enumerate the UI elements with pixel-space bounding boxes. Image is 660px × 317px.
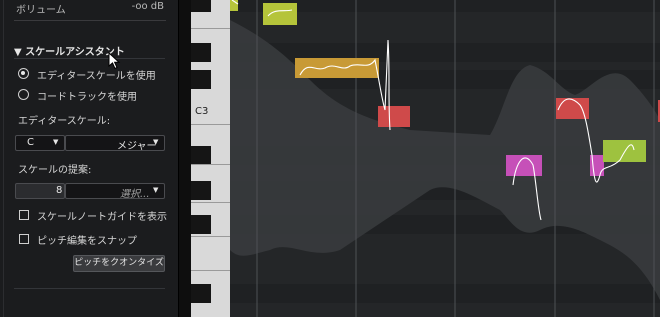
white-key-border bbox=[191, 124, 230, 125]
snap-pitch-checkbox[interactable] bbox=[19, 234, 29, 244]
show-scale-guide-label[interactable]: スケールノートガイドを表示 bbox=[37, 208, 167, 223]
key-label-c3: C3 bbox=[195, 106, 209, 117]
panel-edge bbox=[3, 0, 4, 317]
scale-root-value: C bbox=[27, 137, 34, 148]
mouse-cursor-icon bbox=[108, 52, 121, 70]
quantize-pitch-button[interactable]: ピッチをクオンタイズ bbox=[73, 255, 165, 272]
editor-scale-label: エディタースケール: bbox=[18, 116, 111, 127]
black-key[interactable] bbox=[191, 0, 211, 12]
white-key-border bbox=[191, 202, 230, 203]
radio-editor-scale[interactable] bbox=[18, 68, 29, 79]
chevron-down-icon: ▼ bbox=[153, 186, 159, 194]
black-key[interactable] bbox=[191, 146, 211, 165]
scale-assistant-panel: ボリューム -oo dB ▼ スケールアシスタント エディタースケールを使用 コ… bbox=[0, 0, 179, 317]
panel-splitter[interactable] bbox=[179, 0, 191, 317]
suggest-count-field[interactable]: 8 bbox=[15, 183, 65, 199]
radio-editor-scale-label[interactable]: エディタースケールを使用 bbox=[37, 67, 156, 82]
section-divider bbox=[14, 58, 165, 59]
note-block[interactable] bbox=[263, 3, 297, 25]
scale-suggest-label: スケールの提案: bbox=[18, 165, 92, 176]
black-key[interactable] bbox=[191, 70, 211, 89]
volume-row[interactable]: ボリューム -oo dB bbox=[14, 0, 166, 21]
note-block[interactable] bbox=[378, 106, 410, 127]
suggest-select-value: 選択... bbox=[120, 189, 150, 200]
scale-type-value: メジャー bbox=[117, 141, 157, 152]
black-key[interactable] bbox=[191, 181, 211, 200]
black-key[interactable] bbox=[191, 284, 211, 303]
white-key-border bbox=[191, 236, 230, 237]
radio-chord-track-label[interactable]: コードトラックを使用 bbox=[37, 88, 137, 103]
pitch-editor-svg bbox=[230, 0, 660, 317]
black-key[interactable] bbox=[191, 43, 211, 62]
show-scale-guide-checkbox[interactable] bbox=[19, 210, 29, 220]
section-divider-bottom bbox=[14, 288, 165, 289]
suggest-count-value: 8 bbox=[56, 185, 63, 196]
pitch-editor-canvas[interactable] bbox=[230, 0, 660, 317]
white-key-border bbox=[191, 28, 230, 29]
suggest-select[interactable]: 選択... ▼ bbox=[65, 183, 165, 200]
piano-keyboard[interactable]: C3 bbox=[191, 0, 230, 317]
scale-type-select[interactable]: メジャー ▼ bbox=[65, 135, 165, 152]
volume-value: -oo dB bbox=[131, 1, 164, 12]
white-key-border bbox=[191, 270, 230, 271]
chevron-down-icon: ▼ bbox=[153, 138, 159, 146]
volume-label: ボリューム bbox=[16, 5, 66, 16]
snap-pitch-label[interactable]: ピッチ編集をスナップ bbox=[37, 232, 137, 247]
radio-chord-track[interactable] bbox=[18, 89, 29, 100]
white-key-border bbox=[191, 164, 230, 165]
black-key[interactable] bbox=[191, 215, 211, 234]
scale-root-select[interactable]: C ▼ bbox=[15, 135, 65, 151]
chevron-down-icon: ▼ bbox=[53, 138, 59, 146]
